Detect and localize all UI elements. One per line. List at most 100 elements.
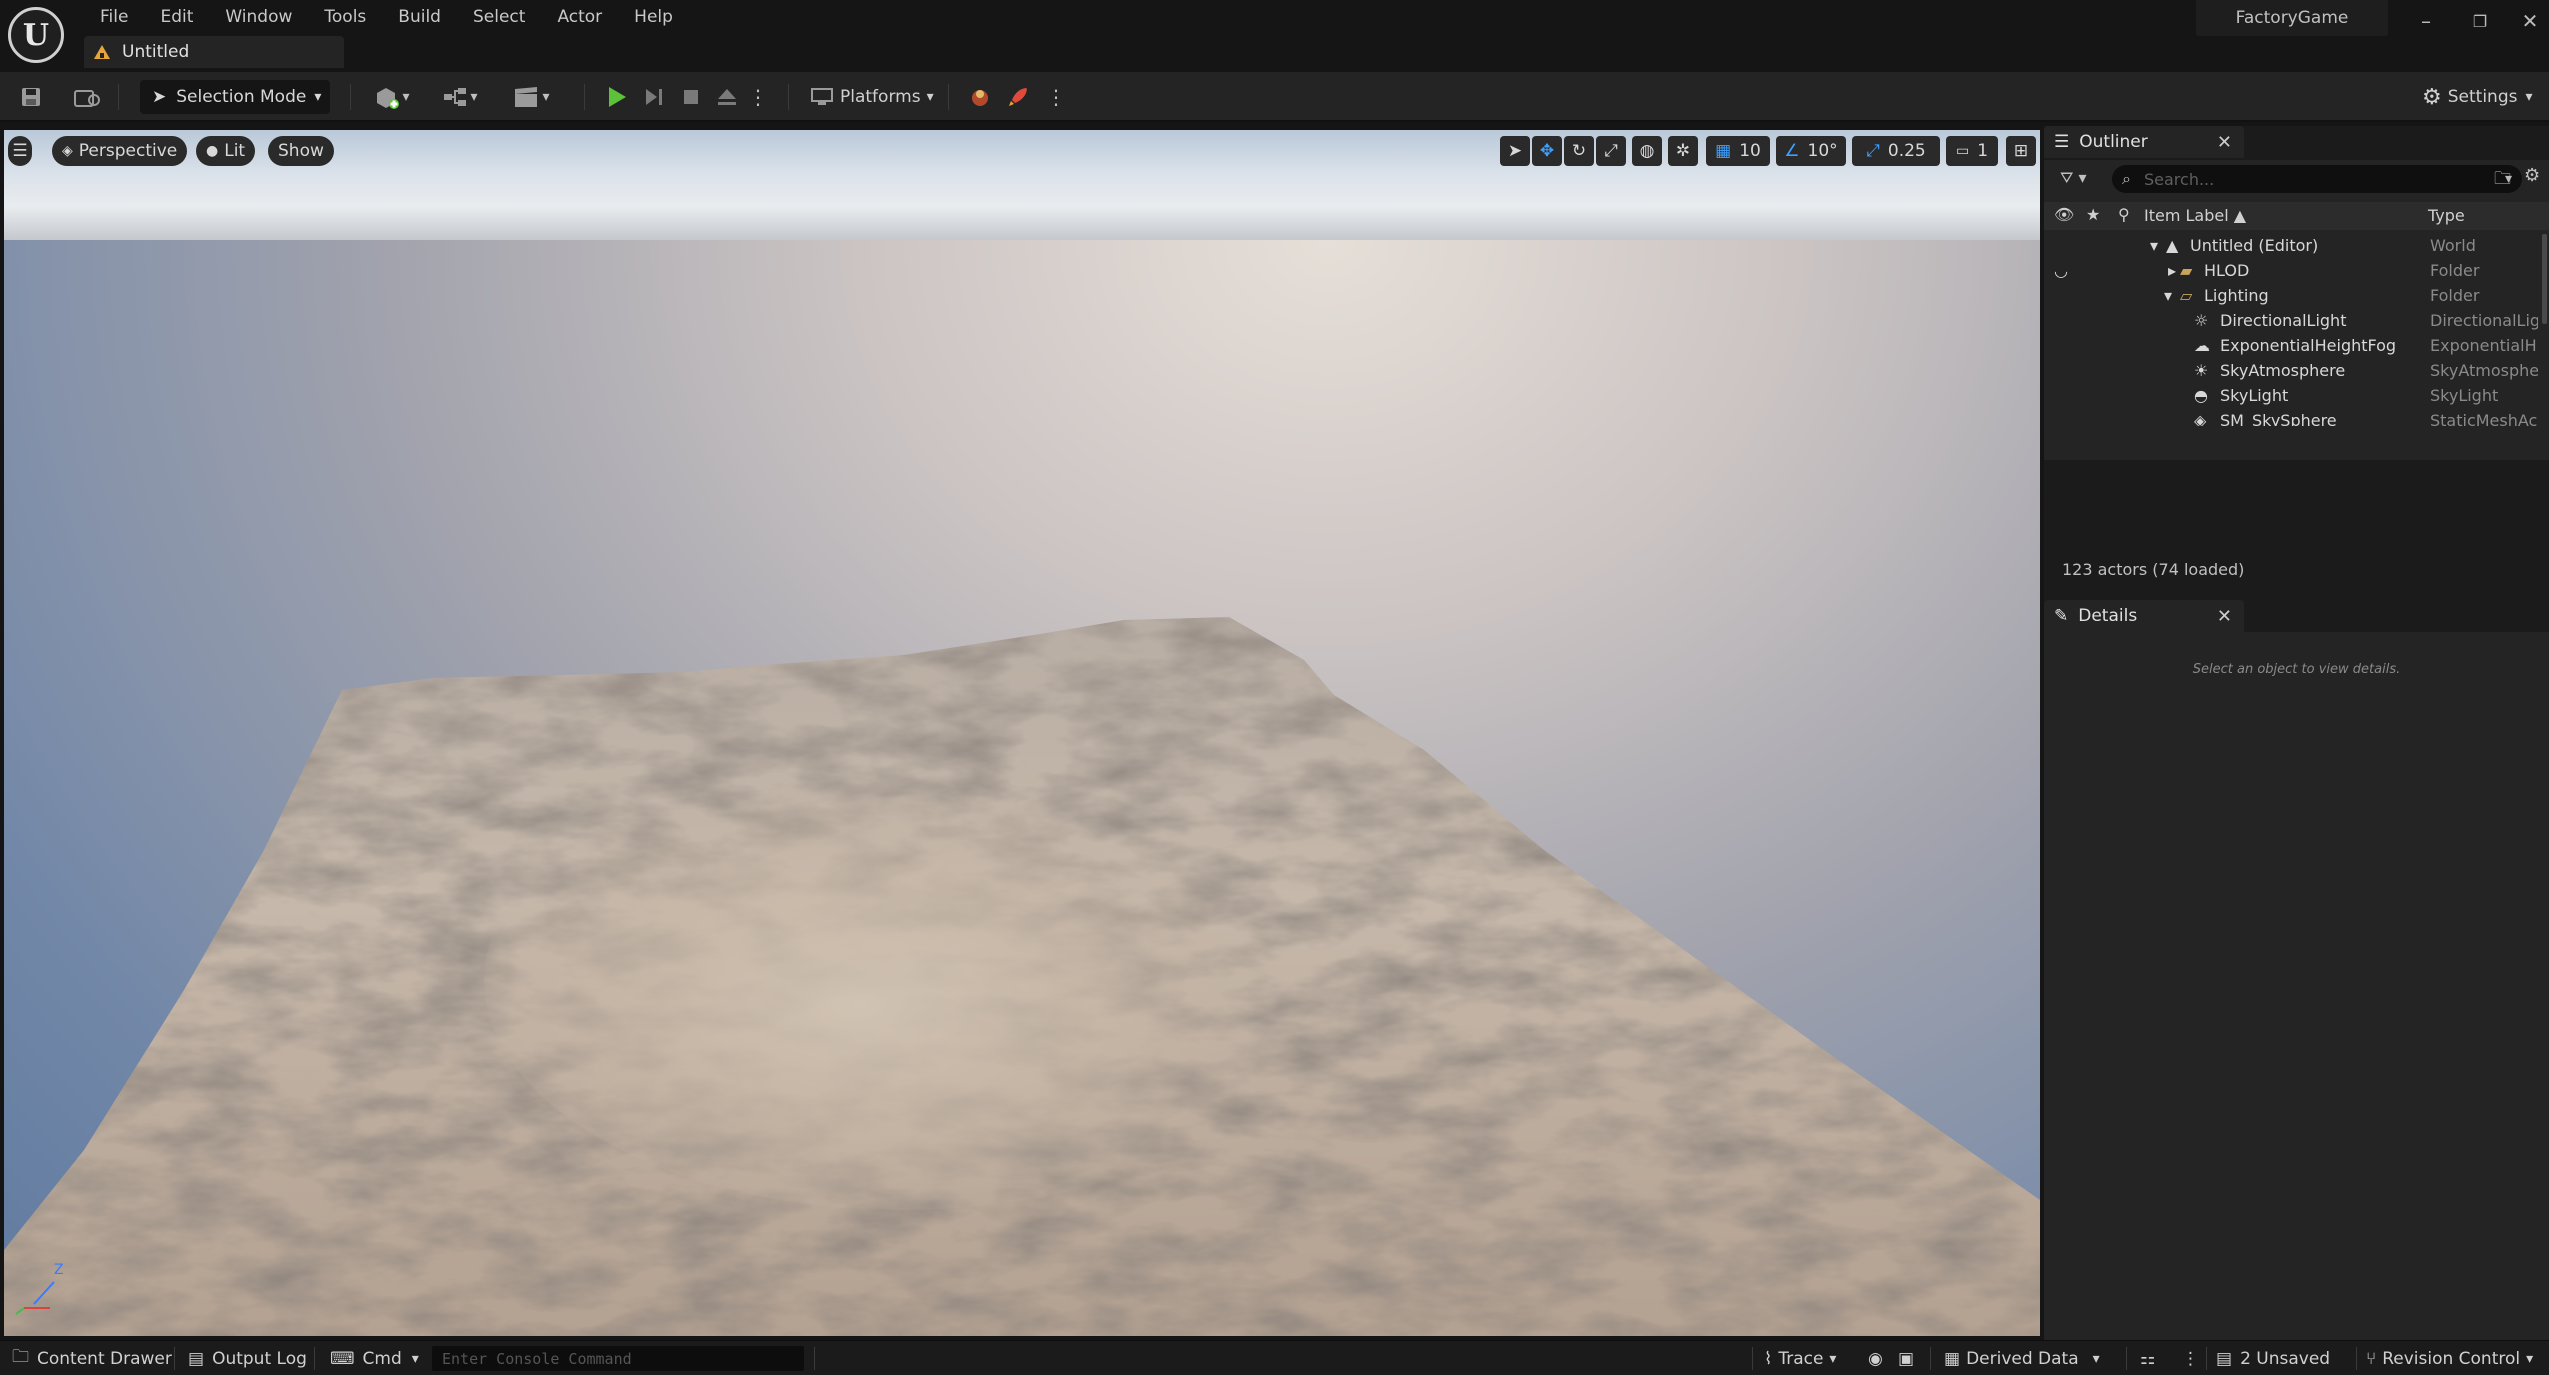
unreal-logo-icon[interactable]: U [8, 7, 64, 63]
tree-row-label: HLOD [2204, 261, 2250, 280]
add-folder-icon[interactable]: 🗀 [2494, 166, 2511, 195]
close-icon[interactable]: ✕ [2217, 606, 2232, 627]
revision-control-dropdown[interactable]: ⑂ Revision Control ▾ [2366, 1341, 2533, 1375]
statusbar-separator [1752, 1347, 1753, 1370]
tree-row[interactable]: ☁ ExponentialHeightFog ExponentialH [2044, 334, 2549, 359]
close-icon[interactable]: ✕ [2510, 4, 2549, 38]
minimize-icon[interactable]: – [2406, 4, 2446, 38]
unsaved-label: 2 Unsaved [2240, 1348, 2331, 1369]
tree-row[interactable]: ◓ SkyLight SkyLight [2044, 384, 2549, 409]
camera-speed-button[interactable]: ▭ 1 [1946, 136, 1998, 166]
more-options-icon[interactable]: ⋮ [2182, 1341, 2199, 1375]
close-icon[interactable]: ✕ [2217, 132, 2232, 153]
statusbar-separator [2206, 1347, 2207, 1370]
visibility-eye-icon[interactable]: 👁 [2054, 205, 2074, 224]
menu-build[interactable]: Build [382, 2, 457, 32]
add-actor-icon[interactable]: ▾ [368, 84, 416, 110]
derived-data-dropdown[interactable]: ▦ Derived Data ▾ [1944, 1341, 2100, 1375]
menu-window[interactable]: Window [209, 2, 308, 32]
menu-help[interactable]: Help [618, 2, 689, 32]
tree-row[interactable]: ☼ DirectionalLight DirectionalLig [2044, 309, 2549, 334]
star-icon[interactable]: ★ [2086, 205, 2100, 224]
tree-row[interactable]: ▾ ▱ Lighting Folder [2044, 284, 2549, 309]
gear-icon[interactable]: ⚙ [2524, 165, 2540, 186]
world-space-icon[interactable]: ◍ [1632, 136, 1662, 166]
rotation-snap-button[interactable]: ∠ 10° [1776, 136, 1846, 166]
menu-select[interactable]: Select [457, 2, 541, 32]
outliner-scrollbar[interactable] [2542, 234, 2547, 324]
record-icon[interactable]: ◉ [1868, 1341, 1883, 1375]
tree-row[interactable]: ☀ SkyAtmosphere SkyAtmosphe [2044, 359, 2549, 384]
scale-icon[interactable]: ⤢ [1596, 136, 1626, 166]
eject-icon[interactable] [712, 84, 742, 110]
source-control-status-icon[interactable]: ⚏ [2140, 1341, 2155, 1375]
tree-row[interactable]: ◡ ▸ ▰ HLOD Folder [2044, 259, 2549, 284]
camera-speed-value: 1 [1977, 141, 1989, 161]
rocket-icon[interactable] [1004, 84, 1032, 110]
menu-actor[interactable]: Actor [541, 2, 618, 32]
grid-snap-button[interactable]: ▦ 10 [1706, 136, 1770, 166]
perspective-button[interactable]: ◈ Perspective [52, 136, 188, 166]
menu-file[interactable]: File [84, 2, 144, 32]
screenshot-icon[interactable]: ▣ [1898, 1341, 1914, 1375]
settings-dropdown[interactable]: ⚙ Settings ▾ [2422, 80, 2533, 114]
tree-row[interactable]: ◈ SM_SkySphere StaticMeshAc [2044, 409, 2549, 426]
play-icon[interactable] [602, 84, 632, 110]
sky-atmosphere-icon: ☀ [2194, 361, 2209, 380]
unsaved-button[interactable]: ▤ 2 Unsaved [2216, 1341, 2330, 1375]
item-label-column[interactable]: Item Label ▲ [2144, 206, 2246, 225]
blueprint-icon[interactable]: ▾ [436, 84, 484, 110]
outliner-title: Outliner [2079, 132, 2148, 152]
scale-snap-button[interactable]: ⤢ 0.25 [1852, 136, 1940, 166]
console-placeholder: Enter Console Command [442, 1349, 632, 1368]
expand-arrow-icon[interactable]: ▾ [2164, 286, 2172, 305]
grid-icon: ▦ [1715, 141, 1732, 161]
selection-mode-dropdown[interactable]: ➤ Selection Mode ▾ [140, 80, 330, 114]
derived-data-icon: ▦ [1944, 1348, 1961, 1369]
details-tab[interactable]: ✎ Details ✕ [2044, 600, 2244, 632]
visibility-eye-icon[interactable]: ◡ [2054, 261, 2068, 280]
save-icon[interactable] [18, 84, 44, 110]
plugin-icon[interactable] [966, 84, 994, 110]
outliner-tab[interactable]: ☰ Outliner ✕ [2044, 126, 2244, 158]
content-drawer-button[interactable]: 🗀 Content Drawer [12, 1341, 172, 1375]
stop-icon[interactable] [676, 84, 706, 110]
advance-frame-icon[interactable] [640, 84, 670, 110]
trace-dropdown[interactable]: ⌇ Trace ▾ [1764, 1341, 1836, 1375]
tree-row-label: Lighting [2204, 286, 2269, 305]
viewport-layout-icon[interactable]: ⊞ [2006, 136, 2036, 166]
tree-row[interactable]: ▾ ▲ Untitled (Editor) World [2044, 234, 2549, 259]
output-log-button[interactable]: ▤ Output Log [188, 1341, 307, 1375]
cinematics-icon[interactable]: ▾ [506, 84, 556, 110]
pin-icon[interactable]: ⚲ [2118, 205, 2130, 224]
filter-icon[interactable]: ⛛ ▾ [2060, 168, 2087, 188]
level-tab[interactable]: Untitled [84, 36, 344, 68]
cmd-dropdown[interactable]: ⌨ Cmd ▾ [330, 1341, 419, 1375]
surface-snap-icon[interactable]: ✲ [1668, 136, 1698, 166]
tree-row-label: SkyAtmosphere [2220, 361, 2346, 380]
menu-edit[interactable]: Edit [144, 2, 209, 32]
show-button[interactable]: Show [268, 136, 334, 166]
rotation-snap-value: 10° [1807, 141, 1838, 161]
cmd-label: Cmd [362, 1348, 402, 1369]
content-browser-icon[interactable] [72, 84, 102, 110]
console-command-input[interactable]: Enter Console Command [432, 1346, 804, 1371]
level-viewport[interactable]: ☰ ◈ Perspective ● Lit Show ➤ ✥ ↻ ⤢ ◍ ✲ ▦… [4, 130, 2040, 1336]
restore-icon[interactable]: ❐ [2460, 4, 2500, 38]
more-options-icon[interactable]: ⋮ [1046, 84, 1066, 110]
menu-tools[interactable]: Tools [308, 2, 382, 32]
chevron-down-icon: ▾ [2092, 1350, 2100, 1367]
platforms-dropdown[interactable]: Platforms ▾ [810, 80, 934, 114]
type-column[interactable]: Type [2428, 206, 2465, 225]
output-log-label: Output Log [212, 1348, 307, 1369]
viewport-menu-icon[interactable]: ☰ [8, 136, 32, 166]
cube-icon: ◈ [62, 143, 73, 159]
rotate-icon[interactable]: ↻ [1564, 136, 1594, 166]
translate-icon[interactable]: ✥ [1532, 136, 1562, 166]
view-mode-button[interactable]: ● Lit [196, 136, 256, 166]
expand-arrow-icon[interactable]: ▸ [2168, 261, 2176, 280]
select-mode-icon[interactable]: ➤ [1500, 136, 1530, 166]
outliner-search-input[interactable]: ⌕ Search... ▾ [2112, 165, 2522, 193]
play-options-icon[interactable]: ⋮ [748, 84, 768, 110]
expand-arrow-icon[interactable]: ▾ [2150, 236, 2158, 255]
